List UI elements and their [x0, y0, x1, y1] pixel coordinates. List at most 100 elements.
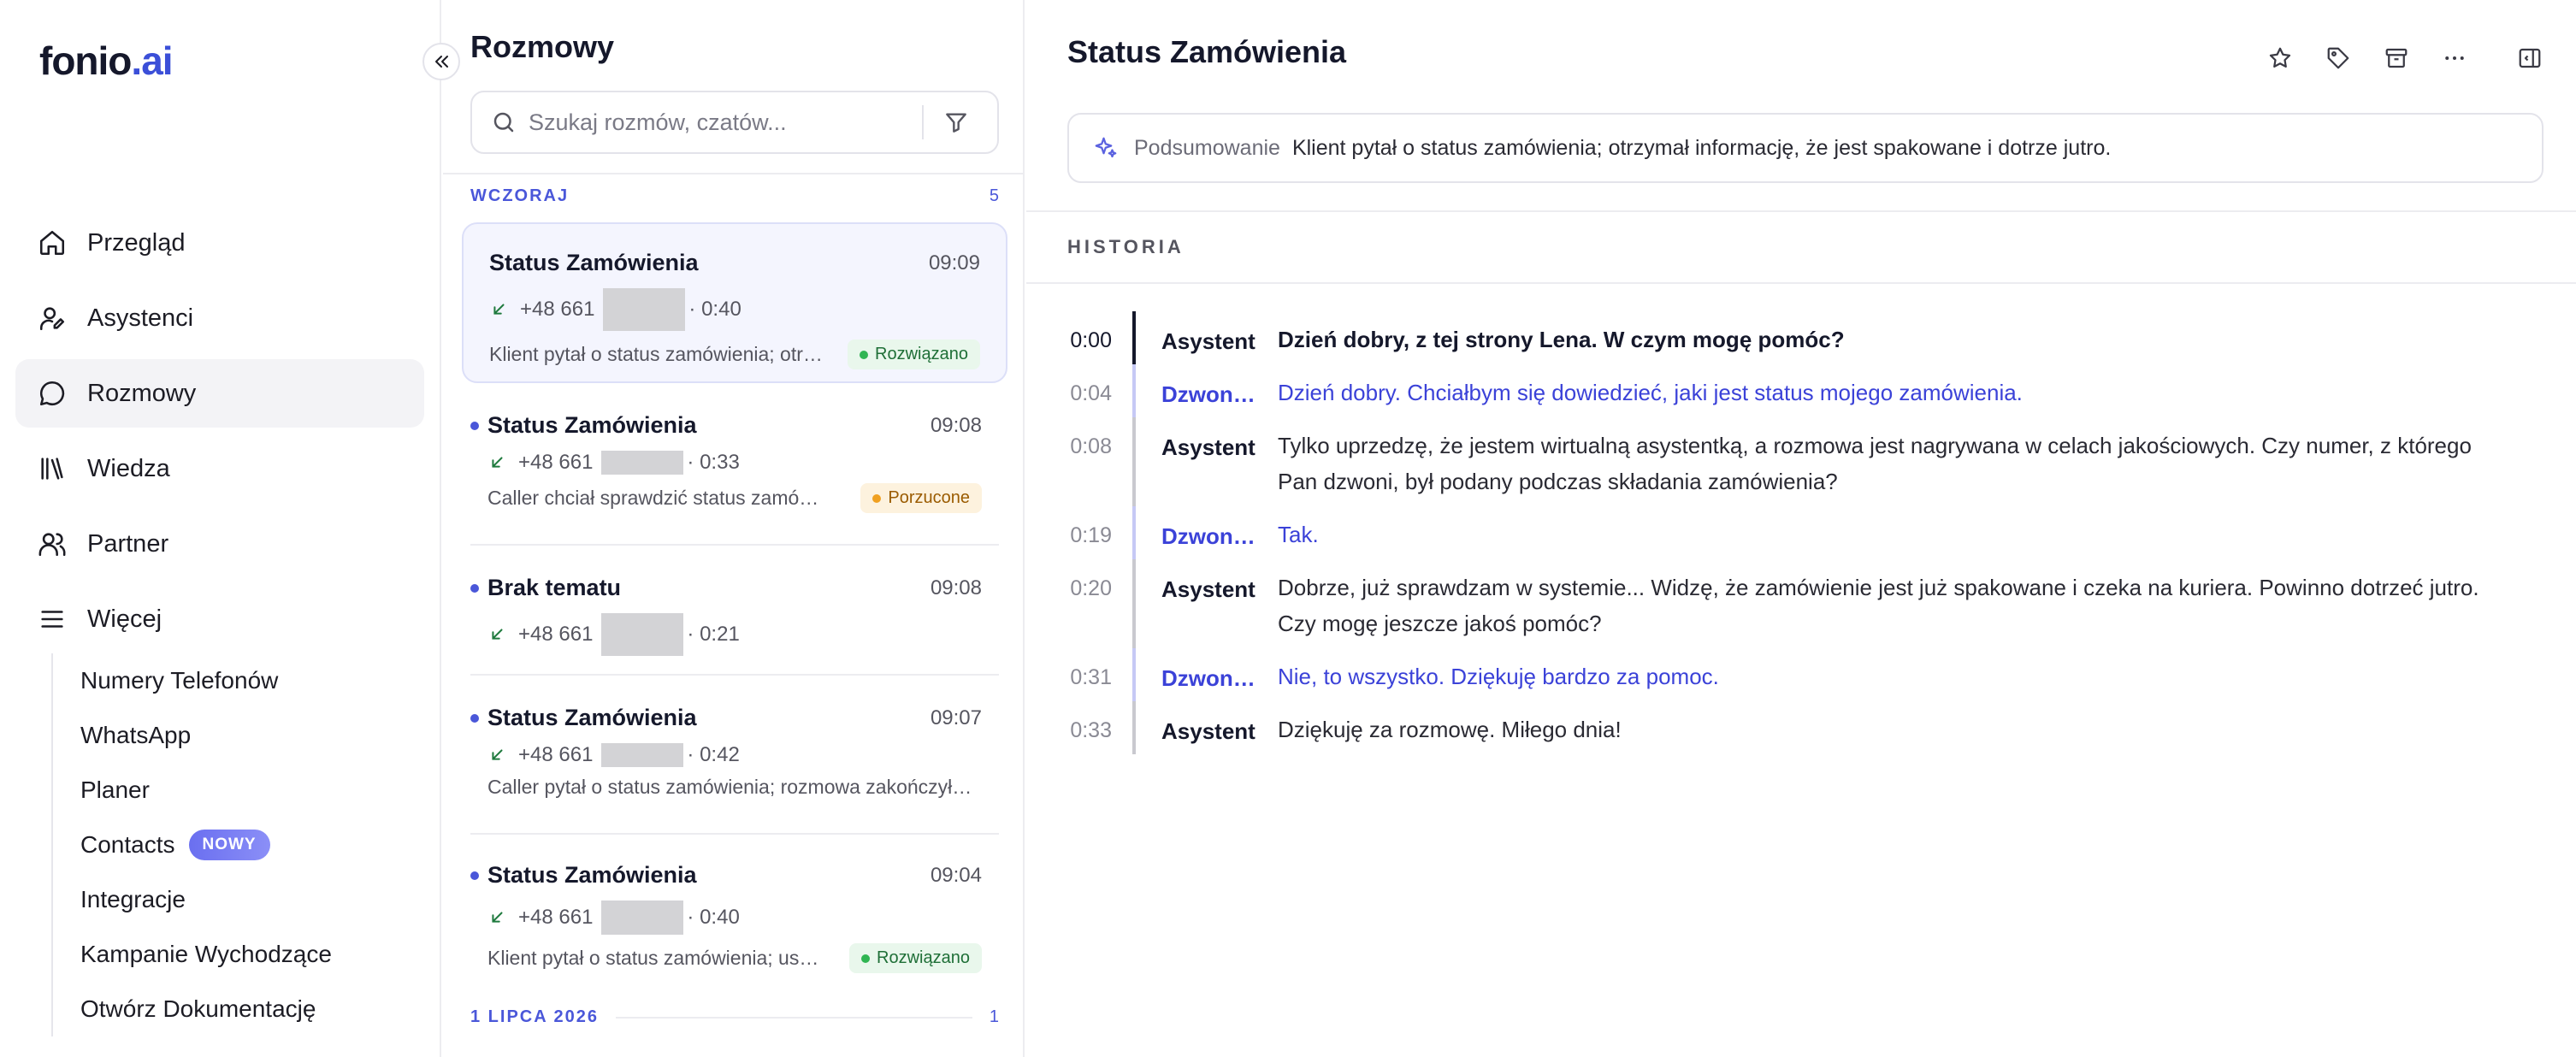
history-heading: HISTORIA [1067, 236, 1185, 257]
transcript-row[interactable]: 0:20 Asystent Dobrze, już sprawdzam w sy… [1026, 559, 2576, 648]
logo-brand: fonio [39, 38, 132, 83]
sub-item-planner[interactable]: Planer [53, 763, 411, 818]
nav-item-knowledge[interactable]: Wiedza [15, 434, 424, 503]
logo-ai: ai [141, 38, 173, 83]
transcript-row[interactable]: 0:08 Asystent Tylko uprzedzę, że jestem … [1026, 417, 2576, 506]
nav-item-conversations[interactable]: Rozmowy [15, 359, 424, 428]
incoming-call-icon [492, 912, 503, 923]
nav-item-more[interactable]: Więcej [15, 585, 424, 653]
favorite-button[interactable] [2265, 43, 2295, 74]
conversation-time: 09:07 [930, 706, 982, 729]
transcript-row[interactable]: 0:31 Dzwoniący Nie, to wszystko. Dziękuj… [1026, 648, 2576, 701]
sub-item-phone-numbers[interactable]: Numery Telefonów [53, 653, 411, 708]
group-count: 5 [989, 186, 999, 205]
conversation-item[interactable]: Status Zamówienia 09:09 +48 661 · 0:40 K… [462, 222, 1007, 383]
transcript-text: Dzień dobry, z tej strony Lena. W czym m… [1278, 327, 1845, 352]
transcript-speaker: Asystent [1161, 576, 1256, 602]
status-dot [860, 350, 869, 359]
transcript-row[interactable]: 0:04 Dzwoniący Dzień dobry. Chciałbym si… [1026, 364, 2576, 417]
sub-item-open-docs[interactable]: Otwórz Dokumentację [53, 982, 411, 1036]
group-header-date: 1 LIPCA 2026 1 [470, 1007, 999, 1027]
incoming-call-icon [492, 629, 503, 640]
conversation-title: Status Zamówienia [470, 862, 697, 889]
logo[interactable]: fonio.ai [39, 38, 174, 84]
conversation-item[interactable]: Status Zamówienia 09:07 +48 661 · 0:42 C… [462, 677, 1007, 831]
more-options-button[interactable] [2439, 43, 2470, 74]
sub-item-contacts[interactable]: Contacts NOWY [53, 818, 411, 872]
tag-button[interactable] [2323, 43, 2354, 74]
transcript-speaker: Asystent [1161, 718, 1256, 744]
conversation-time: 09:09 [928, 251, 980, 275]
status-label: Rozwiązano [875, 345, 968, 363]
redacted-phone-digits [601, 613, 684, 656]
sub-item-outbound-campaigns[interactable]: Kampanie Wychodzące [53, 927, 411, 982]
incoming-call-icon [492, 457, 503, 468]
more-horizontal-icon [2445, 56, 2464, 60]
filter-icon[interactable] [942, 109, 970, 136]
transcript-text: Dobrze, już sprawdzam w systemie... Widz… [1278, 575, 2479, 636]
archive-button[interactable] [2381, 43, 2412, 74]
detail-toolbar [2237, 43, 2545, 74]
transcript-row[interactable]: 0:19 Dzwoniący Tak. [1026, 506, 2576, 559]
sub-item-label: Otwórz Dokumentację [80, 995, 316, 1022]
search-separator [922, 105, 924, 139]
caller-phone: +48 661 [518, 623, 594, 646]
nav-label: Asystenci [87, 304, 194, 332]
transcript-row[interactable]: 0:33 Asystent Dziękuję za rozmowę. Miłeg… [1026, 701, 2576, 754]
main-nav: Przegląd Asystenci Rozmowy Wiedza Partne… [15, 209, 424, 660]
conversation-title: Status Zamówienia [489, 250, 699, 275]
group-label: WCZORAJ [470, 186, 570, 205]
transcript-row[interactable]: 0:00 Asystent Dzień dobry, z tej strony … [1026, 311, 2576, 364]
conversation-item[interactable]: Status Zamówienia 09:04 +48 661 · 0:40 K… [462, 835, 1007, 989]
redacted-phone-digits [601, 901, 684, 935]
nav-label: Przegląd [87, 228, 186, 257]
sub-item-whatsapp[interactable]: WhatsApp [53, 708, 411, 763]
search-input[interactable] [529, 109, 922, 136]
conversation-separator [470, 674, 999, 676]
double-chevron-left-icon [435, 56, 448, 68]
conversation-title-text: Status Zamówienia [487, 705, 697, 730]
nav-item-overview[interactable]: Przegląd [15, 209, 424, 277]
transcript-speaker: Dzwoniący [1161, 523, 1261, 549]
sub-item-label: Numery Telefonów [80, 667, 279, 694]
transcript-time: 0:08 [1070, 434, 1112, 458]
conversation-item[interactable]: Status Zamówienia 09:08 +48 661 · 0:33 C… [462, 385, 1007, 544]
status-badge: Rozwiązano [848, 340, 980, 369]
conversation-title: Status Zamówienia [470, 412, 697, 439]
summary-box: Podsumowanie Klient pytał o status zamów… [1067, 113, 2544, 183]
conversation-title-text: Status Zamówienia [487, 412, 697, 438]
collapse-sidebar-button[interactable] [422, 43, 460, 80]
redacted-phone-digits [603, 288, 686, 331]
unread-dot [470, 583, 479, 593]
sub-item-integrations[interactable]: Integracje [53, 872, 411, 927]
call-duration: · 0:40 [688, 298, 741, 321]
caller-phone: +48 661 [518, 451, 594, 474]
status-badge: Porzucone [860, 483, 982, 513]
conversation-title-text: Brak tematu [487, 575, 622, 600]
transcript-time: 0:33 [1070, 718, 1112, 742]
conversation-title-text: Status Zamówienia [487, 862, 697, 888]
search-box [470, 91, 999, 154]
nav-item-partner[interactable]: Partner [15, 510, 424, 578]
conversation-item[interactable]: Brak tematu 09:08 +48 661 · 0:21 [462, 547, 1007, 674]
transcript-time: 0:31 [1070, 665, 1112, 689]
assistant-icon [39, 307, 65, 331]
sparkle-icon [1095, 137, 1117, 158]
nav-item-assistants[interactable]: Asystenci [15, 284, 424, 352]
transcript-time: 0:00 [1070, 328, 1112, 352]
logo-dot: . [131, 38, 142, 83]
caller-phone: +48 661 [520, 298, 595, 321]
sub-item-label: Planer [80, 777, 150, 803]
toggle-side-panel-button[interactable] [2514, 43, 2545, 74]
conversation-list-panel: Rozmowy WCZORAJ 5 Status Zamówienia 09:0… [443, 0, 1025, 1057]
nav-label: Partner [87, 529, 169, 558]
conversation-time: 09:08 [930, 576, 982, 599]
transcript-speaker: Dzwoniący [1161, 665, 1261, 691]
transcript-time: 0:20 [1070, 576, 1112, 600]
search-icon [493, 112, 514, 133]
sidebar: fonio.ai Przegląd Asystenci Rozmowy Wied… [0, 0, 441, 1057]
sub-item-label: Kampanie Wychodzące [80, 941, 332, 967]
side-panel-icon [2519, 48, 2541, 68]
transcript-text: Tak. [1278, 522, 1319, 547]
transcript-speaker: Dzwoniący [1161, 381, 1261, 407]
